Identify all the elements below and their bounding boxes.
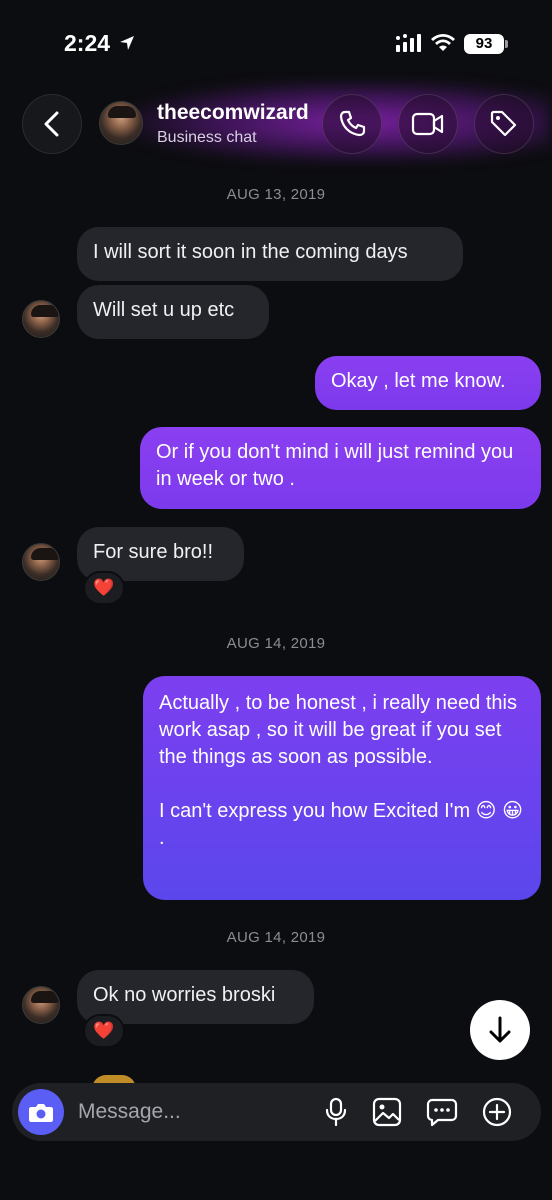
sticker-button[interactable]	[426, 1096, 458, 1128]
incoming-message[interactable]: I will sort it soon in the coming days	[77, 227, 463, 281]
gallery-button[interactable]	[371, 1096, 403, 1128]
outgoing-message[interactable]: Or if you don't mind i will just remind …	[140, 427, 541, 509]
incoming-message[interactable]: Will set u up etc	[77, 285, 269, 339]
camera-button[interactable]	[18, 1089, 64, 1135]
sender-avatar[interactable]	[22, 543, 60, 581]
contact-avatar[interactable]	[99, 101, 143, 145]
video-call-button[interactable]	[398, 94, 458, 154]
location-arrow-icon	[120, 36, 134, 50]
scroll-down-button[interactable]	[470, 1000, 530, 1060]
date-separator: AUG 14, 2019	[226, 929, 326, 946]
back-button[interactable]	[22, 94, 82, 154]
camera-icon	[29, 1104, 53, 1122]
sender-avatar[interactable]	[22, 300, 60, 338]
cellular-signal-icon	[396, 34, 421, 52]
outgoing-message[interactable]: Actually , to be honest , i really need …	[143, 676, 541, 900]
status-time: 2:24	[64, 30, 111, 56]
status-bar: 2:24 93	[0, 0, 552, 90]
add-button[interactable]	[481, 1096, 513, 1128]
date-separator: AUG 14, 2019	[226, 635, 326, 652]
phone-icon	[339, 110, 366, 137]
contact-subtitle: Business chat	[157, 129, 257, 146]
heart-reaction[interactable]: ❤️	[83, 571, 125, 605]
battery-tip	[505, 40, 508, 48]
microphone-button[interactable]	[320, 1096, 352, 1128]
sender-avatar[interactable]	[22, 986, 60, 1024]
microphone-icon	[325, 1097, 347, 1127]
chevron-left-icon	[44, 111, 59, 137]
arrow-down-icon	[489, 1016, 511, 1043]
call-button[interactable]	[322, 94, 382, 154]
contact-name[interactable]: theecomwizard	[157, 101, 309, 125]
video-camera-icon	[411, 112, 444, 136]
outgoing-message[interactable]: Okay , let me know.	[315, 356, 541, 410]
battery-indicator: 93	[464, 34, 504, 54]
heart-reaction[interactable]: ❤️	[83, 1014, 125, 1048]
tag-button[interactable]	[474, 94, 534, 154]
image-icon	[372, 1097, 402, 1127]
chat-bubble-icon	[426, 1098, 458, 1127]
date-separator: AUG 13, 2019	[226, 186, 326, 203]
plus-circle-icon	[482, 1097, 512, 1127]
wifi-icon	[431, 34, 455, 51]
tag-icon	[490, 110, 517, 137]
message-input[interactable]	[78, 1094, 298, 1130]
